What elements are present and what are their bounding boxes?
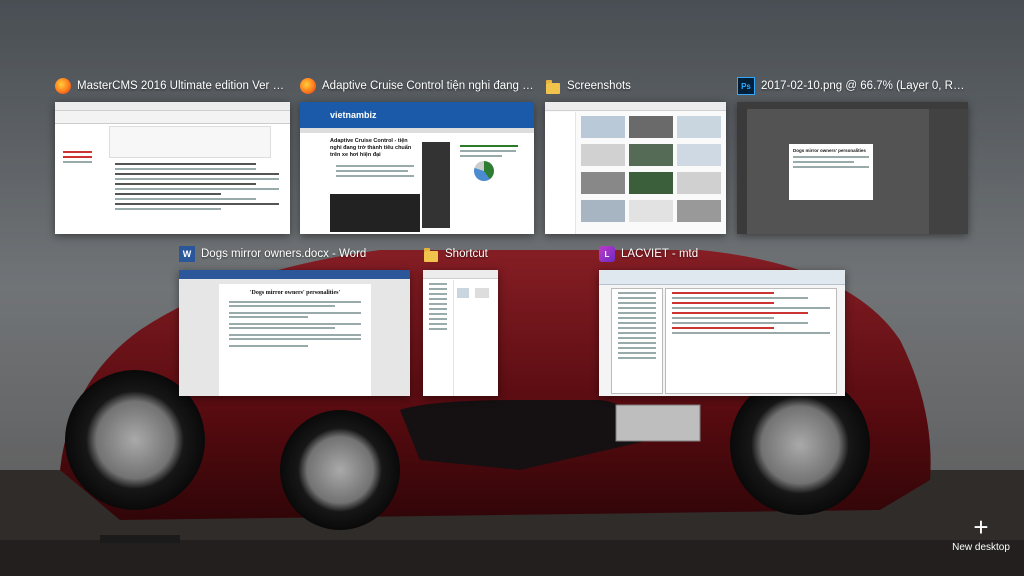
window-thumbnail bbox=[55, 102, 290, 234]
firefox-icon bbox=[55, 78, 71, 94]
folder-icon bbox=[423, 246, 439, 262]
window-word[interactable]: W Dogs mirror owners.docx - Word 'Dogs m… bbox=[179, 242, 410, 396]
window-title: Dogs mirror owners.docx - Word bbox=[201, 248, 367, 260]
new-desktop-button[interactable]: + New desktop bbox=[946, 512, 1016, 553]
window-title: Shortcut bbox=[445, 248, 488, 260]
window-title: Adaptive Cruise Control tiện nghi đang t… bbox=[322, 80, 534, 92]
window-title-bar: W Dogs mirror owners.docx - Word bbox=[179, 242, 410, 266]
window-thumbnail bbox=[545, 102, 726, 234]
window-thumbnail: 'Dogs mirror owners' personalities' bbox=[179, 270, 410, 396]
word-doc-title: 'Dogs mirror owners' personalities' bbox=[249, 290, 341, 296]
window-title-bar: Ps 2017-02-10.png @ 66.7% (Layer 0, RGB/… bbox=[737, 74, 968, 98]
word-icon: W bbox=[179, 246, 195, 262]
ps-doc-title: Dogs mirror owners' personalities bbox=[793, 148, 866, 153]
window-title-bar: L LACVIET - mtd bbox=[599, 242, 845, 266]
window-shortcut[interactable]: Shortcut bbox=[423, 242, 598, 396]
article-headline: Adaptive Cruise Control - tiện nghi đang… bbox=[330, 138, 412, 158]
window-photoshop[interactable]: Ps 2017-02-10.png @ 66.7% (Layer 0, RGB/… bbox=[737, 74, 968, 234]
window-title-bar: Adaptive Cruise Control tiện nghi đang t… bbox=[300, 74, 534, 98]
window-title-bar: Shortcut bbox=[423, 242, 598, 266]
window-thumbnail: vietnambiz Adaptive Cruise Control - tiệ… bbox=[300, 102, 534, 234]
firefox-icon bbox=[300, 78, 316, 94]
window-thumbnail: Dogs mirror owners' personalities bbox=[737, 102, 968, 234]
window-title: MasterCMS 2016 Ultimate edition Ver 2.6 … bbox=[77, 80, 290, 92]
window-mastercms[interactable]: MasterCMS 2016 Ultimate edition Ver 2.6 … bbox=[55, 74, 290, 234]
window-title: Screenshots bbox=[567, 80, 631, 92]
window-adaptive-cruise[interactable]: Adaptive Cruise Control tiện nghi đang t… bbox=[300, 74, 534, 234]
photoshop-icon: Ps bbox=[737, 77, 755, 95]
new-desktop-label: New desktop bbox=[952, 542, 1010, 553]
window-title-bar: MasterCMS 2016 Ultimate edition Ver 2.6 … bbox=[55, 74, 290, 98]
window-thumbnail bbox=[599, 270, 845, 396]
window-screenshots[interactable]: Screenshots bbox=[545, 74, 726, 234]
lacviet-icon: L bbox=[599, 246, 615, 262]
plus-icon: + bbox=[973, 512, 989, 542]
window-lacviet[interactable]: L LACVIET - mtd bbox=[599, 242, 845, 396]
window-title-bar: Screenshots bbox=[545, 74, 726, 98]
window-title: LACVIET - mtd bbox=[621, 248, 699, 260]
folder-icon bbox=[545, 78, 561, 94]
window-thumbnail bbox=[423, 270, 498, 396]
site-logo: vietnambiz bbox=[330, 110, 377, 120]
window-title: 2017-02-10.png @ 66.7% (Layer 0, RGB/8) … bbox=[761, 80, 968, 92]
